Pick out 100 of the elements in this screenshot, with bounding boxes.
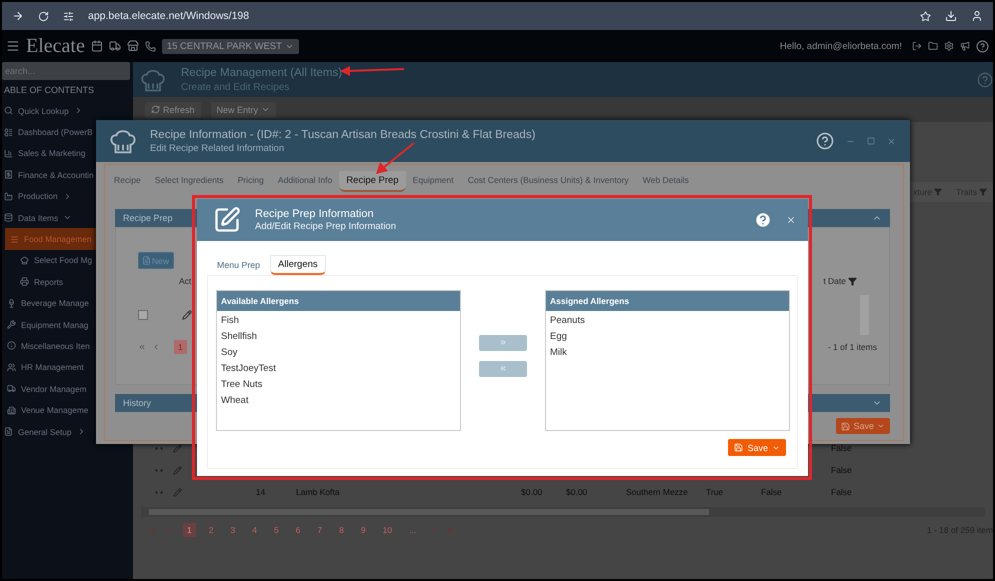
sidebar-item[interactable]: Miscellaneous Iten: [2, 335, 133, 357]
more-icon[interactable]: [155, 490, 163, 494]
sidebar-item[interactable]: Sales & Marketing: [2, 142, 133, 164]
megaphone-icon[interactable]: [960, 41, 970, 51]
list-item[interactable]: Soy: [217, 343, 460, 359]
table-cell-text: 14: [254, 487, 266, 497]
page-link[interactable]: 8: [335, 523, 348, 537]
download-icon[interactable]: [945, 10, 957, 22]
page-link[interactable]: 3: [226, 523, 240, 537]
column-header[interactable]: t Date: [823, 276, 857, 286]
page-link[interactable]: 1: [174, 340, 187, 354]
page-link[interactable]: 7: [313, 523, 326, 537]
logout-icon[interactable]: [912, 41, 922, 51]
help-icon[interactable]: [976, 40, 989, 52]
page-link[interactable]: 10: [378, 523, 396, 537]
phone-icon[interactable]: [144, 40, 156, 52]
list-item[interactable]: Wheat: [217, 391, 460, 407]
tab[interactable]: Pricing: [230, 171, 271, 191]
sidebar-item-icon: [4, 170, 13, 180]
save-button[interactable]: Save: [836, 418, 890, 434]
edit-icon[interactable]: [182, 310, 192, 320]
location-dropdown[interactable]: 15 CENTRAL PARK WEST: [162, 38, 299, 54]
edit-icon[interactable]: [173, 444, 182, 452]
sidebar-heading: ABLE OF CONTENTS: [3, 84, 96, 97]
tab[interactable]: Additional Info: [270, 171, 340, 191]
tab[interactable]: Allergens: [270, 255, 326, 275]
modal-title: Recipe Prep Information: [255, 208, 375, 220]
maximize-icon[interactable]: [867, 137, 875, 145]
star-icon[interactable]: [920, 10, 931, 22]
horizontal-scrollbar[interactable]: [141, 507, 985, 517]
reload-icon[interactable]: [38, 10, 49, 22]
sidebar-item[interactable]: Quick Lookup: [2, 100, 133, 122]
sidebar-item-icon: [4, 213, 13, 222]
sidebar-item-icon: [7, 384, 16, 394]
more-icon[interactable]: [155, 468, 163, 472]
modal-subtitle: Add/Edit Recipe Prep Information: [255, 221, 396, 232]
page-link[interactable]: 9: [356, 523, 370, 537]
refresh-icon: [151, 105, 160, 114]
table-cell-text: Lamb Kofta: [295, 487, 340, 497]
sidebar-item[interactable]: HR Management: [2, 356, 133, 378]
row-checkbox[interactable]: [138, 310, 148, 320]
column-header[interactable]: Act: [179, 276, 192, 286]
profile-icon[interactable]: [971, 10, 983, 22]
site-settings-icon[interactable]: [63, 10, 74, 22]
truck-icon[interactable]: [108, 40, 121, 52]
logo: Elecate: [26, 34, 85, 58]
save-button[interactable]: Save: [728, 439, 786, 456]
list-item[interactable]: TestJoeyTest: [217, 359, 460, 375]
page-link[interactable]: 1: [183, 523, 196, 537]
sidebar-item-icon: [10, 234, 19, 244]
tab[interactable]: Cost Centers (Business Units) & Inventory: [460, 171, 636, 191]
tab[interactable]: Equipment: [406, 171, 461, 191]
table-cell-text: Southern Mezze: [625, 487, 689, 497]
help-icon[interactable]: [816, 132, 834, 150]
page-link[interactable]: 4: [248, 523, 261, 537]
tab[interactable]: Select Ingredients: [148, 171, 231, 191]
sidebar-item-icon: [20, 277, 29, 286]
close-icon[interactable]: [786, 215, 796, 225]
filter-icon[interactable]: [848, 276, 857, 286]
calendar-icon[interactable]: [90, 40, 103, 52]
sidebar-item[interactable]: General Setup: [2, 420, 133, 442]
sidebar-item[interactable]: Reports: [2, 271, 133, 293]
page-link[interactable]: 2: [204, 523, 218, 537]
list-item[interactable]: Fish: [217, 311, 460, 327]
store-icon[interactable]: [126, 40, 139, 52]
page-link[interactable]: ...: [405, 523, 420, 537]
close-icon[interactable]: [887, 136, 896, 146]
sidebar-item[interactable]: Equipment Manag: [2, 314, 133, 336]
sidebar-item[interactable]: Food Managemen: [5, 228, 97, 250]
table-cell-text: $0.00: [565, 487, 588, 497]
table-cell-text: False: [830, 443, 853, 453]
sidebar-item[interactable]: Dashboard (PowerB: [2, 121, 133, 143]
sidebar-item[interactable]: Select Food Mg: [2, 250, 133, 272]
sidebar-item-icon: [7, 341, 16, 350]
list-item[interactable]: Peanuts: [546, 311, 789, 327]
save-icon: [734, 443, 744, 452]
refresh-button[interactable]: Refresh: [145, 102, 201, 118]
list-item[interactable]: Tree Nuts: [217, 375, 460, 391]
folder-icon[interactable]: [928, 41, 938, 51]
list-item[interactable]: Shellfish: [217, 327, 460, 343]
sidebar-item-icon: [7, 406, 16, 415]
save-icon: [841, 422, 850, 430]
tab[interactable]: Web Details: [636, 171, 696, 191]
address-bar[interactable]: app.beta.elecate.net/Windows/198: [88, 10, 250, 22]
sidebar-item-icon: [20, 256, 29, 265]
first-page-icon[interactable]: [138, 343, 146, 351]
settings-icon[interactable]: [944, 41, 954, 51]
previous-page-icon[interactable]: [152, 343, 160, 351]
new-entry-dropdown[interactable]: New Entry: [210, 102, 276, 118]
list-item[interactable]: Milk: [546, 343, 789, 359]
page-link[interactable]: 5: [270, 523, 283, 537]
page-link[interactable]: 6: [292, 523, 304, 537]
tab[interactable]: Recipe Prep: [339, 170, 406, 192]
sidebar-item[interactable]: Beverage Manage: [2, 292, 133, 314]
list-item[interactable]: Egg: [546, 327, 789, 343]
forward-icon[interactable]: [12, 10, 24, 22]
help-icon[interactable]: [754, 211, 772, 229]
menu-icon[interactable]: [6, 39, 20, 53]
table-cell-text: True: [705, 487, 724, 497]
sidebar-item[interactable]: Vendor Managem: [2, 378, 133, 400]
